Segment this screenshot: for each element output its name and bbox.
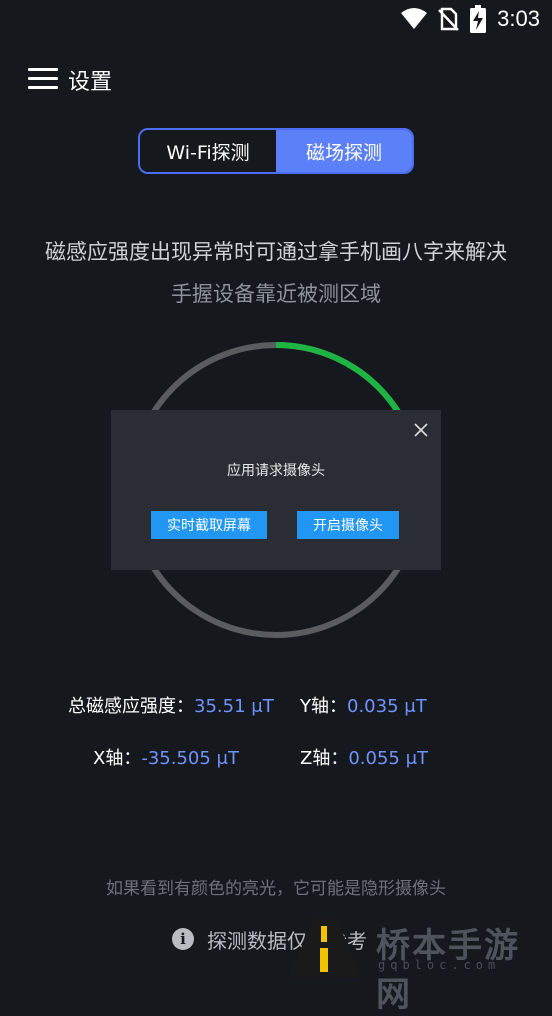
settings-title[interactable]: 设置 [68,64,112,96]
capture-screen-button[interactable]: 实时截取屏幕 [151,511,267,539]
x-axis-label: X轴： [93,748,142,769]
z-axis-reading: Z轴：0.055 μT [300,744,428,770]
no-sim-icon [438,7,459,31]
watermark: 桥本手游网 gqbloc.com [284,914,552,1015]
hamburger-menu-icon[interactable] [28,68,58,90]
open-camera-button[interactable]: 开启摄像头 [297,511,399,539]
y-axis-reading: Y轴：0.035 μT [300,692,427,718]
hidden-camera-hint: 如果看到有颜色的亮光，它可能是隐形摄像头 [106,879,446,899]
camera-request-dialog: 应用请求摄像头 实时截取屏幕 开启摄像头 [111,410,441,570]
status-bar: 3:03 [0,0,552,40]
road-logo-icon [288,918,362,978]
x-axis-value: -35.505 μT [141,748,239,769]
status-time: 3:03 [497,6,540,31]
dialog-title: 应用请求摄像头 [227,463,325,479]
wifi-icon [401,8,427,29]
y-axis-value: 0.035 μT [347,696,427,717]
total-strength-reading: 总磁感应强度：35.51 μT [68,692,274,718]
instruction-line-2: 手握设备靠近被测区域 [171,282,381,306]
total-strength-value: 35.51 μT [194,696,274,717]
tab-wifi-detect[interactable]: Wi-Fi探测 [140,130,276,172]
z-axis-value: 0.055 μT [348,748,429,769]
instruction-line-1: 磁感应强度出现异常时可通过拿手机画八字来解决 [45,240,507,264]
info-icon: i [172,928,194,950]
x-axis-reading: X轴：-35.505 μT [93,744,239,770]
total-strength-label: 总磁感应强度： [68,696,194,717]
battery-charging-icon [470,5,486,33]
tab-magnetic-detect[interactable]: 磁场探测 [276,130,412,172]
gauge-progress [275,342,401,414]
watermark-url: gqbloc.com [378,958,501,972]
z-axis-label: Z轴： [300,748,349,769]
close-icon[interactable] [413,422,429,438]
app-bar: 设置 [0,58,552,102]
y-axis-label: Y轴： [300,696,347,717]
mode-switch: Wi-Fi探测 磁场探测 [138,128,414,174]
